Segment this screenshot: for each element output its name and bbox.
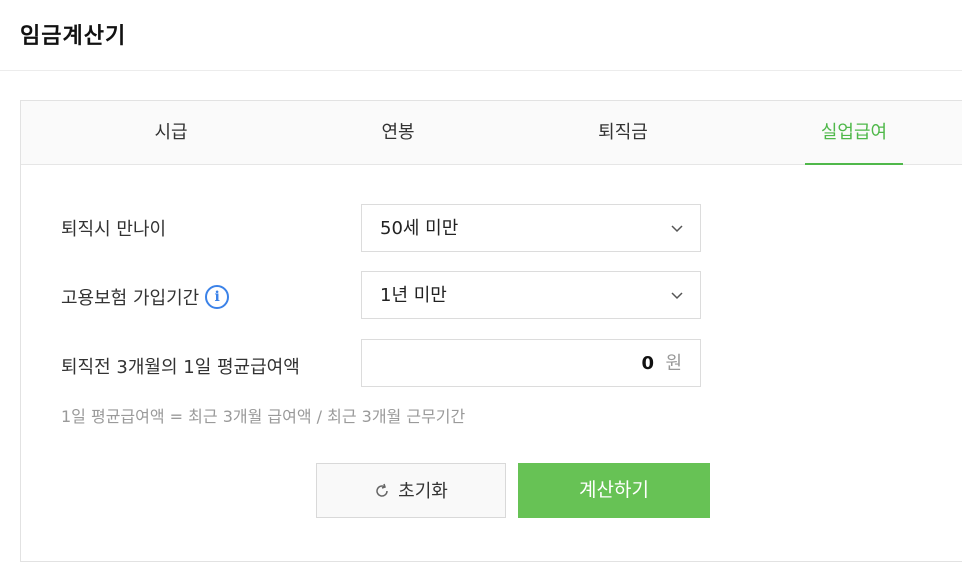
info-icon[interactable]: i [205, 285, 230, 309]
reset-button-content: 초기화 [317, 464, 505, 519]
tab-hourly[interactable]: 시급 [106, 101, 236, 164]
calculator-card: 시급 연봉 퇴직금 실업급여 퇴직시 만나이 50세 미만 고용보험 가입기간 i… [20, 100, 962, 562]
tab-unemployment[interactable]: 실업급여 [805, 101, 903, 165]
reset-button[interactable]: 초기화 [316, 463, 506, 518]
reset-button-label: 초기화 [398, 481, 448, 502]
chevron-down-icon [671, 292, 683, 300]
insurance-period-select-value: 1년 미만 [380, 285, 447, 306]
avg-wage-input[interactable]: 0 원 [361, 339, 701, 387]
title-divider [0, 70, 962, 71]
tab-bar: 시급 연봉 퇴직금 실업급여 [21, 101, 962, 165]
insurance-period-label-text: 고용보험 가입기간 [61, 288, 200, 309]
chevron-down-icon [671, 225, 683, 233]
avg-wage-unit: 원 [665, 353, 682, 374]
avg-wage-hint: 1일 평균급여액 = 최근 3개월 급여액 / 최근 3개월 근무기간 [61, 407, 466, 426]
tab-annual-salary[interactable]: 연봉 [333, 101, 463, 164]
page-title: 임금계산기 [20, 24, 127, 49]
age-label: 퇴직시 만나이 [61, 219, 167, 240]
age-select-value: 50세 미만 [380, 218, 459, 239]
tab-severance[interactable]: 퇴직금 [558, 101, 688, 164]
refresh-icon [376, 483, 388, 497]
avg-wage-label: 퇴직전 3개월의 1일 평균급여액 [61, 357, 300, 378]
avg-wage-value: 0 [641, 353, 654, 374]
insurance-period-select[interactable]: 1년 미만 [361, 271, 701, 319]
insurance-period-label: 고용보험 가입기간 i [61, 284, 230, 310]
age-select[interactable]: 50세 미만 [361, 204, 701, 252]
calculate-button[interactable]: 계산하기 [518, 463, 710, 518]
